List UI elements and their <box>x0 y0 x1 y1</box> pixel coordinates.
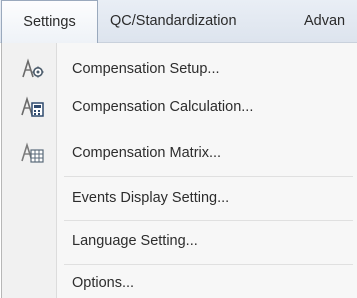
menu-item-compensation-setup[interactable]: Compensation Setup... <box>2 51 357 87</box>
menu-separator <box>64 176 353 177</box>
menu-advanced[interactable]: Advan <box>304 0 345 43</box>
menu-item-label: Language Setting... <box>72 233 198 249</box>
menu-item-label: Compensation Matrix... <box>72 145 222 161</box>
compensation-setup-icon <box>21 58 45 80</box>
menu-separator <box>64 220 353 221</box>
menu-item-label: Compensation Setup... <box>72 61 220 77</box>
compensation-calculation-icon <box>21 96 45 118</box>
menu-settings[interactable]: Settings <box>1 0 98 44</box>
menu-bar: Settings QC/Standardization Advan <box>0 0 357 44</box>
menu-item-language-setting[interactable]: Language Setting... <box>2 223 357 259</box>
compensation-matrix-icon <box>21 142 45 164</box>
menu-item-compensation-calculation[interactable]: Compensation Calculation... <box>2 89 357 125</box>
menu-item-events-display-setting[interactable]: Events Display Setting... <box>2 180 357 216</box>
menu-item-compensation-matrix[interactable]: Compensation Matrix... <box>2 135 357 171</box>
menu-qc-standardization[interactable]: QC/Standardization <box>110 0 237 43</box>
menu-item-label: Options... <box>72 275 135 291</box>
menu-item-label: Compensation Calculation... <box>72 99 254 115</box>
application-window: Settings QC/Standardization Advan Compen… <box>0 0 357 298</box>
settings-dropdown-menu: Compensation Setup... Compensation Calcu… <box>1 43 357 298</box>
menu-item-options[interactable]: Options... <box>2 265 357 298</box>
menu-item-label: Events Display Setting... <box>72 190 230 206</box>
